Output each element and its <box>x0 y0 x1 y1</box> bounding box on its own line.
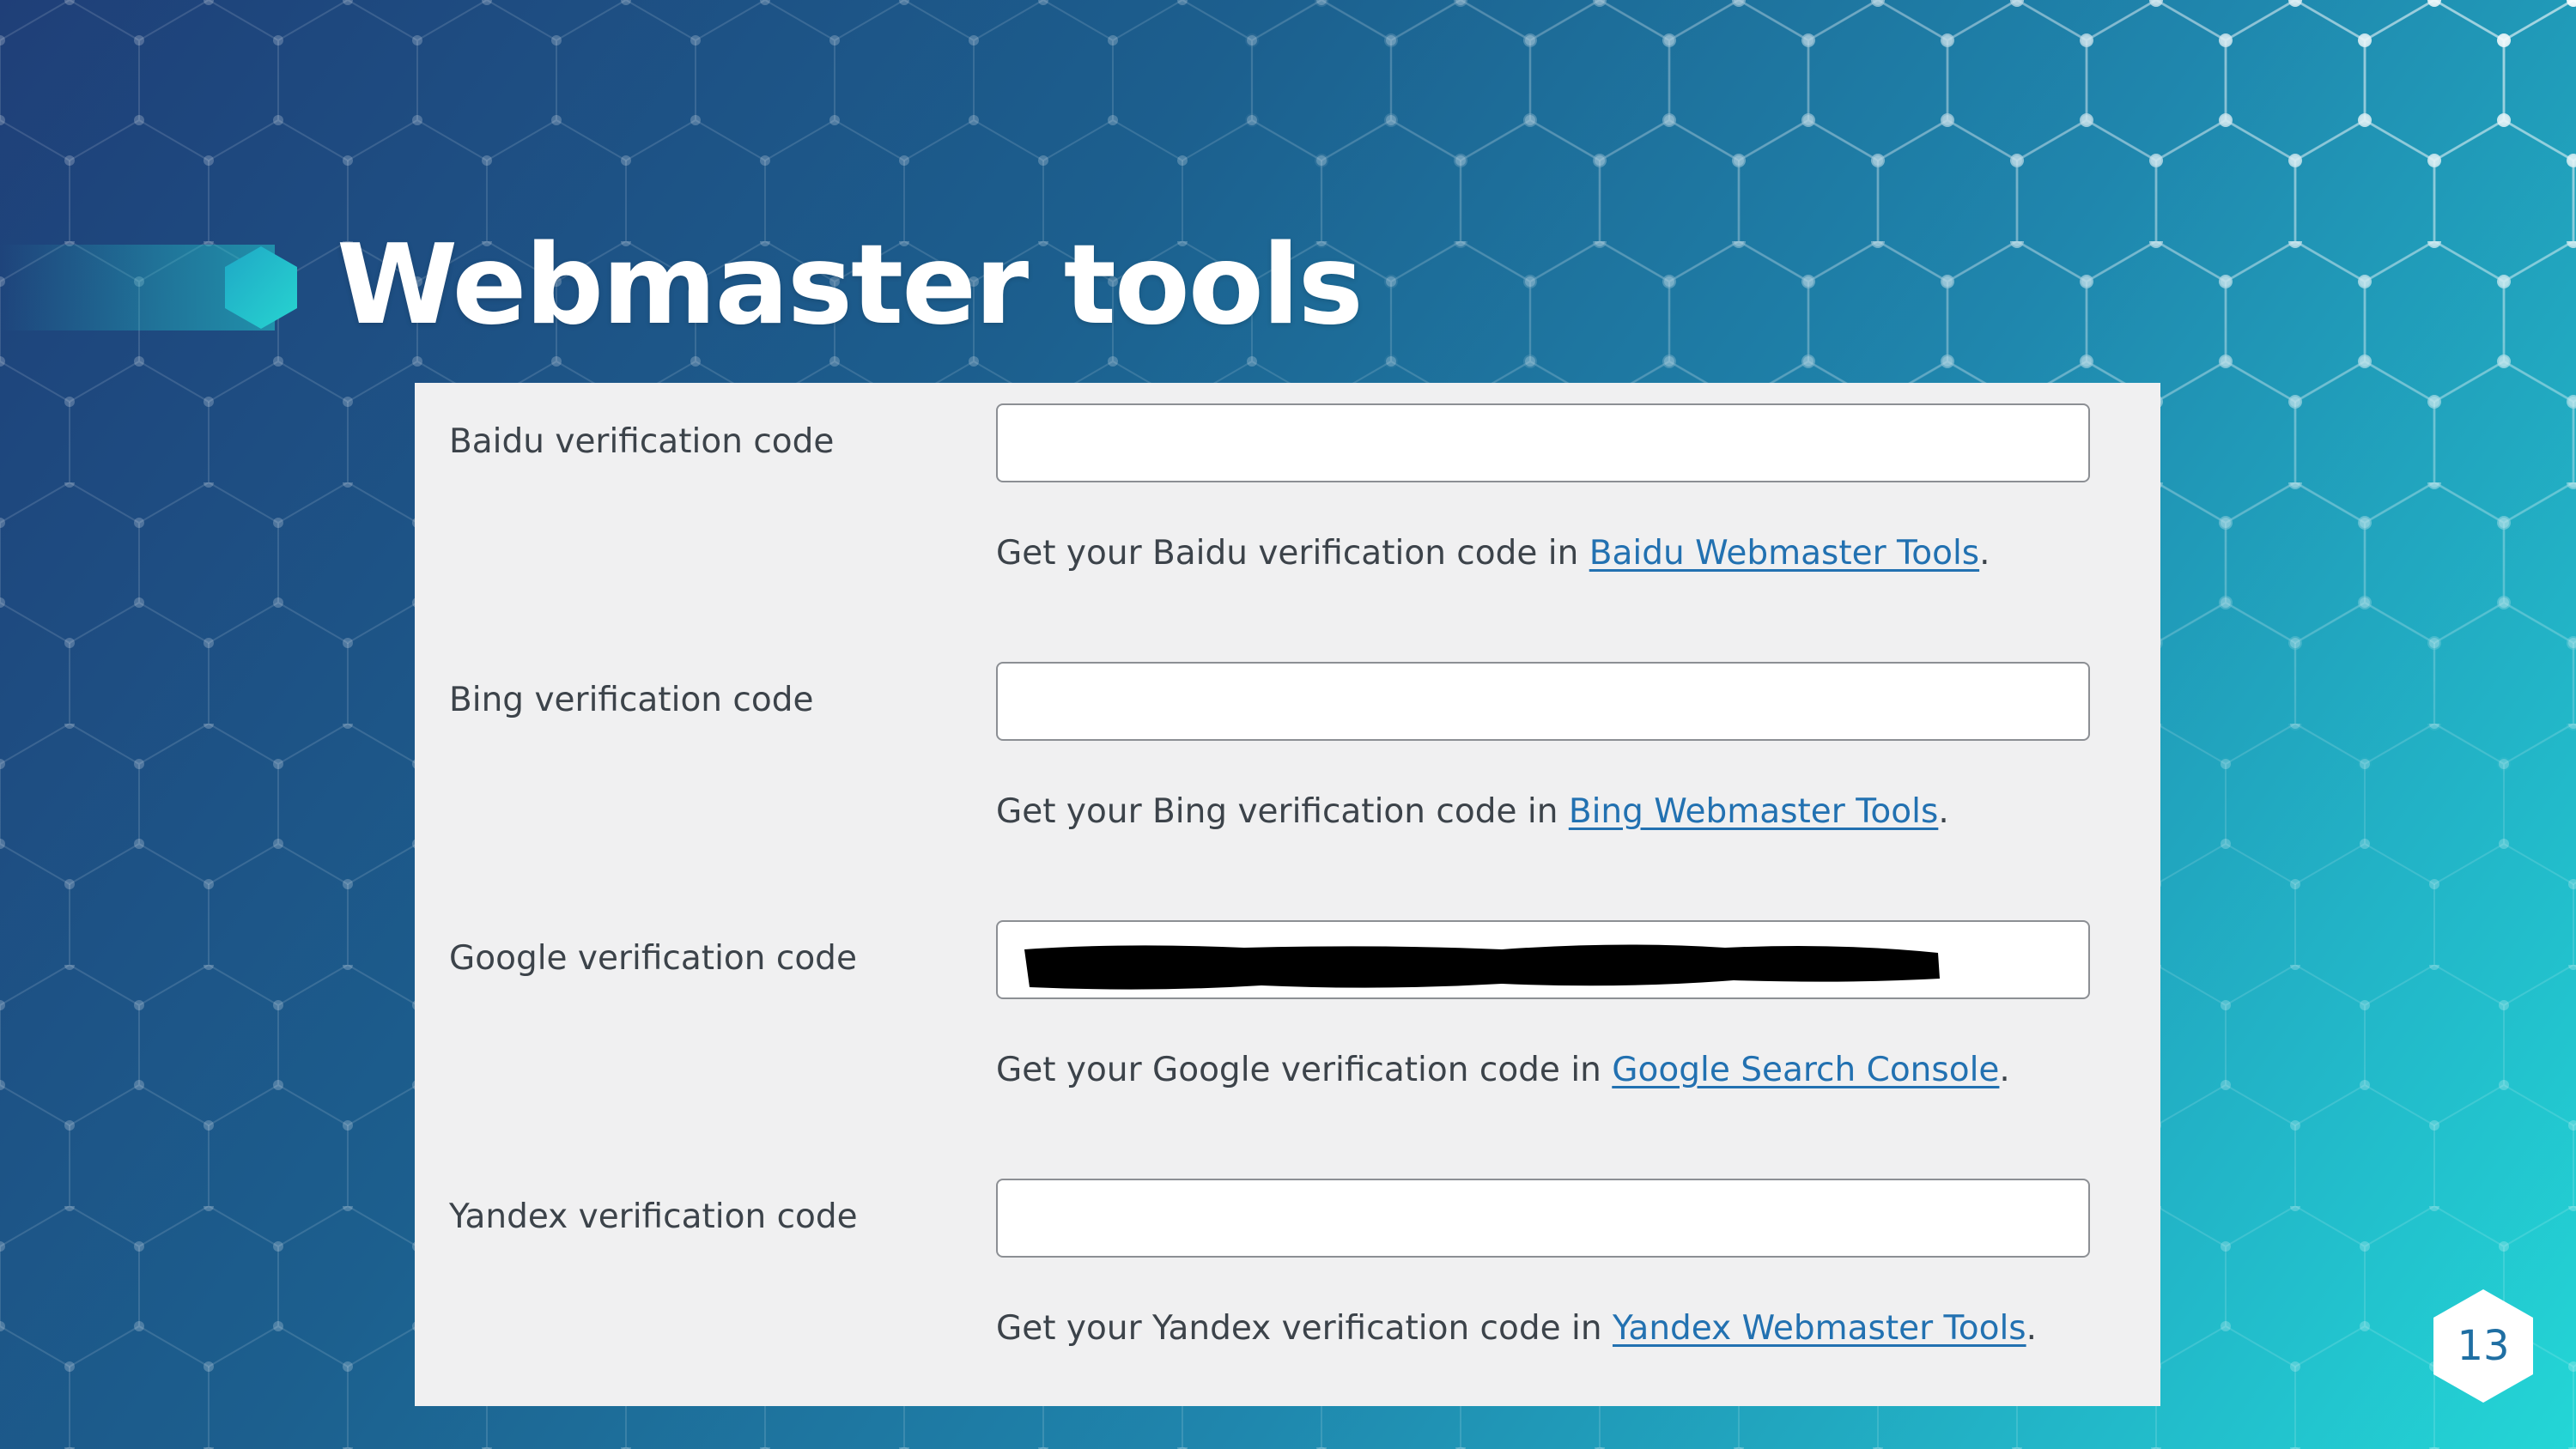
bing-verification-input[interactable] <box>996 662 2090 741</box>
field-row-yandex: Yandex verification code Get your Yandex… <box>415 1158 2160 1416</box>
page-number: 13 <box>2457 1322 2510 1370</box>
baidu-desc-text: Get your Baidu verification code in <box>996 534 1589 573</box>
webmaster-tools-settings-panel: Baidu verification code Get your Baidu v… <box>415 383 2160 1406</box>
yandex-verification-input[interactable] <box>996 1179 2090 1258</box>
yandex-verification-description: Get your Yandex verification code in Yan… <box>996 1309 2037 1348</box>
bing-verification-label: Bing verification code <box>449 681 814 719</box>
bing-verification-description: Get your Bing verification code in Bing … <box>996 792 1949 831</box>
baidu-desc-suffix: . <box>1979 534 1990 573</box>
google-verification-label: Google verification code <box>449 939 857 978</box>
bing-desc-text: Get your Bing verification code in <box>996 792 1569 831</box>
field-row-bing: Bing verification code Get your Bing ver… <box>415 641 2160 899</box>
yandex-desc-suffix: . <box>2026 1309 2038 1348</box>
bing-desc-suffix: . <box>1938 792 1949 831</box>
google-verification-description: Get your Google verification code in Goo… <box>996 1051 2010 1089</box>
baidu-verification-label: Baidu verification code <box>449 422 835 461</box>
baidu-verification-input[interactable] <box>996 403 2090 482</box>
yandex-desc-text: Get your Yandex verification code in <box>996 1309 1613 1348</box>
baidu-webmaster-tools-link[interactable]: Baidu Webmaster Tools <box>1589 534 1979 573</box>
baidu-verification-description: Get your Baidu verification code in Baid… <box>996 534 1990 573</box>
slide-title: Webmaster tools <box>337 221 1364 349</box>
yandex-verification-label: Yandex verification code <box>449 1197 858 1236</box>
redaction-scribble <box>1024 944 1940 990</box>
yandex-webmaster-tools-link[interactable]: Yandex Webmaster Tools <box>1613 1309 2026 1348</box>
google-desc-suffix: . <box>1999 1051 2010 1089</box>
bing-webmaster-tools-link[interactable]: Bing Webmaster Tools <box>1569 792 1939 831</box>
field-row-baidu: Baidu verification code Get your Baidu v… <box>415 383 2160 640</box>
google-search-console-link[interactable]: Google Search Console <box>1612 1051 1999 1089</box>
field-row-google: Google verification code Get your Google… <box>415 900 2160 1157</box>
google-desc-text: Get your Google verification code in <box>996 1051 1613 1089</box>
hexagon-bullet-icon <box>225 246 297 329</box>
